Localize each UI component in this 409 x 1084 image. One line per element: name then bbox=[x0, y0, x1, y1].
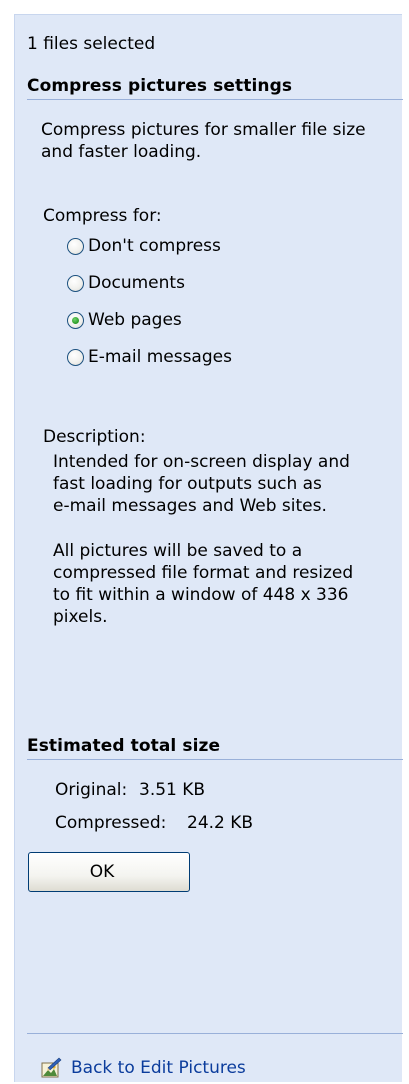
note-line-1: All pictures will be saved to a bbox=[53, 541, 303, 561]
compressed-size-value: 24.2 KB bbox=[187, 813, 254, 833]
compress-for-label: Compress for: bbox=[43, 206, 162, 226]
radio-label: Don't compress bbox=[88, 236, 221, 256]
radio-label: Web pages bbox=[88, 310, 182, 330]
back-link-label[interactable]: Back to Edit Pictures bbox=[71, 1058, 246, 1078]
radio-email-messages[interactable]: E-mail messages bbox=[67, 345, 232, 369]
description-line-1: Intended for on-screen display and bbox=[53, 452, 350, 472]
note-line-4: pixels. bbox=[53, 607, 108, 627]
note-line-2: compressed file format and resized bbox=[53, 563, 354, 583]
radio-label: Documents bbox=[88, 273, 185, 293]
edit-pictures-icon bbox=[41, 1057, 62, 1078]
radio-button[interactable] bbox=[67, 237, 84, 255]
radio-web-pages[interactable]: Web pages bbox=[67, 308, 182, 332]
original-size-label: Original: bbox=[55, 780, 128, 800]
radio-dont-compress[interactable]: Don't compress bbox=[67, 234, 221, 258]
radio-button-selected[interactable] bbox=[67, 311, 84, 329]
original-size-value: 3.51 KB bbox=[139, 780, 206, 800]
settings-divider bbox=[27, 99, 403, 100]
radio-label: E-mail messages bbox=[88, 347, 232, 367]
description-line-2: fast loading for outputs such as bbox=[53, 474, 322, 494]
footer-divider bbox=[27, 1033, 403, 1034]
radio-button[interactable] bbox=[67, 274, 84, 292]
compress-pictures-pane: 1 files selected Compress pictures setti… bbox=[14, 14, 403, 1082]
compressed-size-label: Compressed: bbox=[55, 813, 167, 833]
estimate-divider bbox=[27, 759, 403, 760]
settings-heading: Compress pictures settings bbox=[27, 76, 293, 96]
description-line-3: e-mail messages and Web sites. bbox=[53, 496, 327, 516]
ok-button[interactable]: OK bbox=[28, 852, 190, 892]
back-to-edit-pictures-link[interactable]: Back to Edit Pictures bbox=[39, 1055, 246, 1081]
radio-documents[interactable]: Documents bbox=[67, 271, 185, 295]
note-line-3: to fit within a window of 448 x 336 bbox=[53, 585, 349, 605]
description-label: Description: bbox=[43, 427, 146, 447]
intro-line-2: and faster loading. bbox=[41, 142, 202, 162]
intro-line-1: Compress pictures for smaller file size bbox=[41, 120, 366, 140]
files-selected-status: 1 files selected bbox=[27, 34, 156, 54]
estimated-size-heading: Estimated total size bbox=[27, 736, 221, 756]
radio-button[interactable] bbox=[67, 348, 84, 366]
